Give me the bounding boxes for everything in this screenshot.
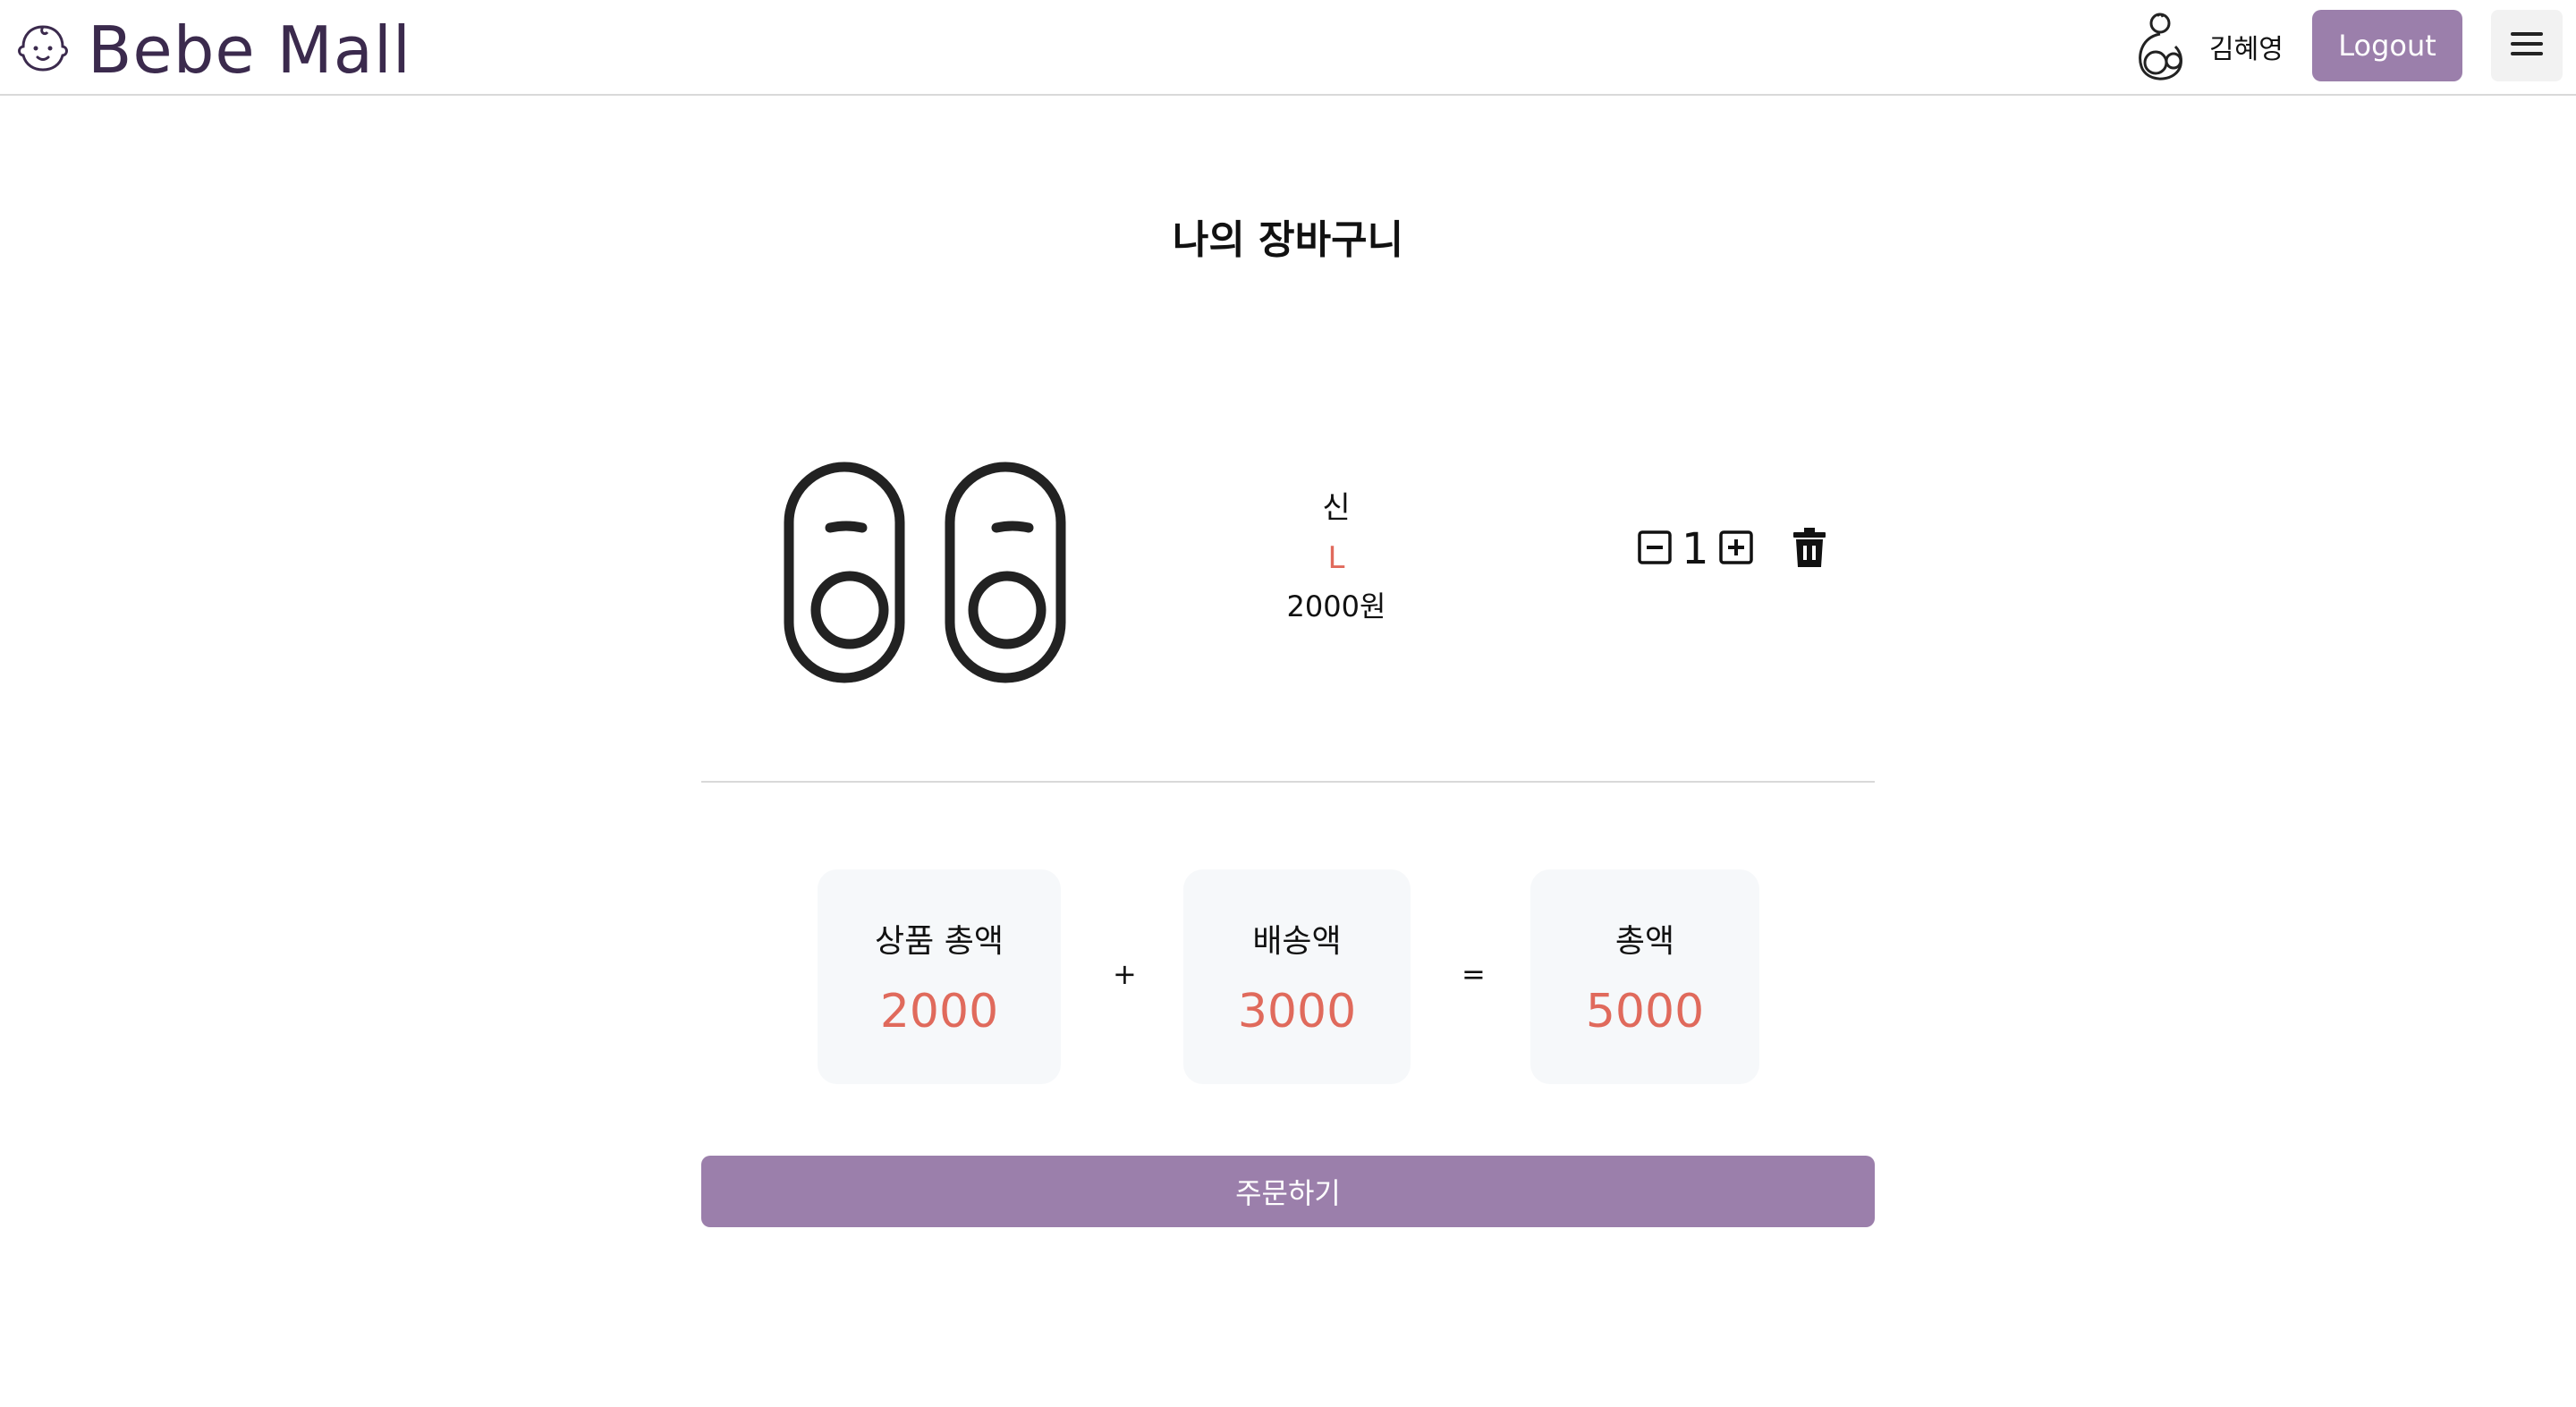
total-card: 총액 5000 [1530,869,1759,1084]
product-total-value: 2000 [879,985,999,1038]
baby-avatar-icon [2131,11,2190,86]
item-price: 2000원 [1286,589,1386,623]
quantity-value: 1 [1682,524,1709,574]
page-title: 나의 장바구니 [1172,217,1404,263]
total-value: 5000 [1585,985,1705,1038]
header: Bebe Mall 김혜영 Logout [0,0,2576,96]
plus-sign: + [1113,957,1137,991]
logo[interactable]: Bebe Mall [16,18,411,82]
divider [701,781,1875,783]
menu-button[interactable] [2491,10,2563,81]
trash-icon[interactable] [1792,528,1827,571]
quantity-stepper: 1 [1637,528,1827,571]
equals-sign: = [1462,957,1486,991]
logout-button[interactable]: Logout [2312,10,2462,81]
plus-square-icon[interactable] [1718,530,1754,569]
shipping-label: 배송액 [1252,923,1342,960]
item-size: L [1327,540,1345,576]
total-label: 총액 [1614,923,1675,960]
hamburger-icon [2511,31,2543,60]
shipping-value: 3000 [1237,985,1357,1038]
product-total-card: 상품 총액 2000 [818,869,1061,1084]
minus-square-icon[interactable] [1637,530,1673,569]
product-total-label: 상품 총액 [875,923,1004,960]
item-name: 신 [1322,490,1351,526]
shipping-card: 배송액 3000 [1183,869,1411,1084]
logo-text: Bebe Mall [88,13,411,88]
user-name: 김혜영 [2209,34,2284,65]
baby-face-icon [16,21,70,79]
order-button[interactable]: 주문하기 [701,1156,1875,1227]
baby-shoes-icon [776,456,1080,692]
item-info: 신 L 2000원 [1247,483,1426,630]
